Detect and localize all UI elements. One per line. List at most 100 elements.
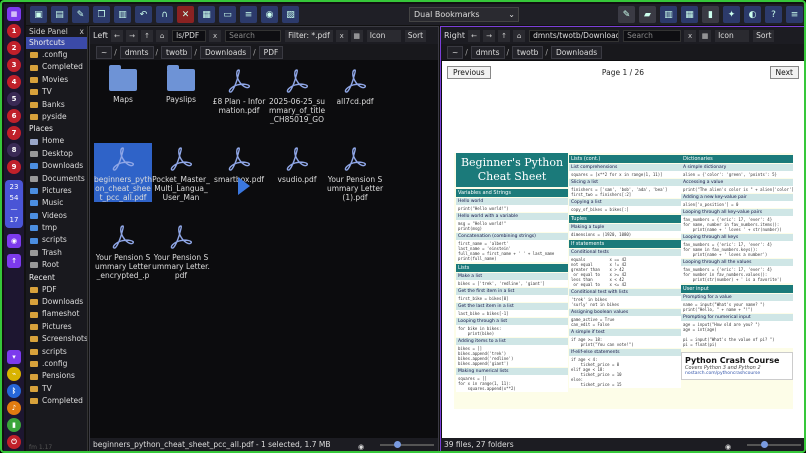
recent-item[interactable]: TV (26, 383, 87, 395)
new-file-icon[interactable]: ▤ (51, 6, 68, 23)
forward-arrow-icon[interactable]: → (126, 29, 139, 42)
workspace-8-button[interactable]: 8 (7, 143, 21, 157)
pdf-file-item[interactable]: Your Pension Summary Letter (1).pdf (326, 143, 384, 202)
note-edit-icon[interactable]: ✎ (618, 6, 635, 23)
bluetooth-icon[interactable]: ᛒ (7, 384, 21, 398)
image-icon[interactable]: ▨ (282, 6, 299, 23)
places-item[interactable]: Downloads (26, 160, 87, 172)
help-icon[interactable]: ? (765, 6, 782, 23)
right-zoom-knob[interactable] (761, 441, 769, 448)
pdf-file-item[interactable]: all7cd.pdf (326, 65, 384, 106)
bookmarks-select[interactable]: Dual Bookmarks ⌄ (409, 7, 519, 22)
recent-item[interactable]: Screenshots (26, 333, 87, 345)
breadcrumb-item[interactable]: dmnts (470, 45, 505, 59)
places-item[interactable]: Pictures (26, 185, 87, 197)
places-item[interactable]: Home (26, 135, 87, 147)
calculator-icon[interactable]: ▦ (681, 6, 698, 23)
breadcrumb-item[interactable]: Downloads (199, 45, 252, 59)
delete-icon[interactable]: ✕ (177, 6, 194, 23)
home-icon[interactable]: ⌂ (513, 29, 526, 42)
right-zoom-slider[interactable]: ◉ (725, 441, 801, 451)
view-grid-icon[interactable]: ▦ (699, 29, 712, 42)
new-folder-icon[interactable]: ▣ (30, 6, 47, 23)
workspace-9-button[interactable]: 9 (7, 160, 21, 174)
workspace-6-button[interactable]: 6 (7, 109, 21, 123)
workspace-1-button[interactable]: 1 (7, 24, 21, 38)
places-item[interactable]: Videos (26, 210, 87, 222)
recent-item[interactable]: PDF (26, 284, 87, 296)
app-menu-icon[interactable]: ▦ (7, 7, 21, 21)
recent-heading[interactable]: Recent (26, 272, 87, 284)
shield-icon[interactable]: ▾ (7, 350, 21, 364)
recent-item[interactable]: Completed (26, 395, 87, 407)
breadcrumb-item[interactable]: ~ (96, 45, 113, 59)
workspace-5-button[interactable]: 5 (7, 92, 21, 106)
shortcuts-item[interactable]: pyside (26, 111, 87, 123)
contrast-icon[interactable]: ◐ (744, 6, 761, 23)
places-item[interactable]: Root (26, 259, 87, 271)
pdf-file-item[interactable]: Pocket_Master_Multi_Langua_User_Man (152, 143, 210, 202)
up-arrow-icon[interactable]: ↑ (498, 29, 511, 42)
left-zoom-slider[interactable]: ◉ (358, 441, 434, 451)
home-icon[interactable]: ⌂ (156, 29, 169, 42)
network-icon[interactable]: ⌁ (7, 367, 21, 381)
recent-item[interactable]: Pensions (26, 370, 87, 382)
up-arrow-icon[interactable]: ↑ (141, 29, 154, 42)
breadcrumb-item[interactable]: dmnts (119, 45, 154, 59)
pdf-file-item[interactable]: vsudio.pdf (268, 143, 326, 184)
back-arrow-icon[interactable]: ← (111, 29, 124, 42)
left-close-icon[interactable]: x (209, 29, 222, 42)
left-zoom-track[interactable] (380, 444, 434, 446)
recent-item[interactable]: flameshot (26, 308, 87, 320)
shortcuts-item[interactable]: TV (26, 86, 87, 98)
upload-icon[interactable]: ↑ (7, 254, 21, 268)
pdf-file-item[interactable]: beginners_python_cheat_sheet_pcc_all.pdf (94, 143, 152, 202)
shortcuts-item[interactable]: .config (26, 49, 87, 61)
right-sort-button[interactable]: Sort (753, 29, 775, 42)
right-search-input[interactable]: Search (623, 29, 682, 42)
places-item[interactable]: tmp (26, 222, 87, 234)
terminal-icon[interactable]: ▭ (219, 6, 236, 23)
copy-icon[interactable]: ❐ (93, 6, 110, 23)
breadcrumb-item[interactable]: twotb (512, 45, 544, 59)
pdf-file-item[interactable]: Your Pension Summary Letter.pdf (152, 221, 210, 280)
shortcuts-item[interactable]: Completed (26, 61, 87, 73)
view-grid-icon[interactable]: ▦ (350, 29, 363, 42)
places-item[interactable]: Music (26, 197, 87, 209)
archive-icon[interactable]: ▦ (198, 6, 215, 23)
recent-item[interactable]: .config (26, 358, 87, 370)
workspace-3-button[interactable]: 3 (7, 58, 21, 72)
workspace-2-button[interactable]: 2 (7, 41, 21, 55)
recent-item[interactable]: scripts (26, 346, 87, 358)
places-item[interactable]: Desktop (26, 148, 87, 160)
breadcrumb-item[interactable]: ~ (447, 45, 464, 59)
menu-icon[interactable]: ≡ (786, 6, 803, 23)
folder-item[interactable]: Payslips (152, 65, 210, 104)
link-icon[interactable]: ∩ (156, 6, 173, 23)
breadcrumb-item[interactable]: twotb (161, 45, 193, 59)
right-zoom-track[interactable] (747, 444, 801, 446)
volume-icon[interactable]: ♪ (7, 401, 21, 415)
book-icon[interactable]: ▮ (702, 6, 719, 23)
edit-icon[interactable]: ✎ (72, 6, 89, 23)
list-view-icon[interactable]: ≡ (240, 6, 257, 23)
right-close-icon[interactable]: x (684, 29, 697, 42)
undo-icon[interactable]: ↶ (135, 6, 152, 23)
shortcuts-heading[interactable]: Shortcuts (26, 37, 87, 49)
breadcrumb-item[interactable]: PDF (258, 45, 284, 59)
places-item[interactable]: Documents (26, 173, 87, 185)
right-view-select[interactable]: Icon (715, 29, 750, 42)
left-search-input[interactable]: Search (225, 29, 282, 42)
recent-item[interactable]: Pictures (26, 321, 87, 333)
preview-eye-icon[interactable]: ◉ (261, 6, 278, 23)
filter-clear-icon[interactable]: x (335, 29, 348, 42)
left-sort-button[interactable]: Sort (404, 29, 427, 42)
workspace-7-button[interactable]: 7 (7, 126, 21, 140)
close-icon[interactable]: x (80, 26, 84, 37)
shortcuts-item[interactable]: Movies (26, 74, 87, 86)
left-view-select[interactable]: Icon (366, 29, 401, 42)
dual-pane-icon[interactable]: ▥ (660, 6, 677, 23)
places-item[interactable]: Trash (26, 247, 87, 259)
highlighter-icon[interactable]: ▰ (639, 6, 656, 23)
pdf-file-item[interactable]: 2025-06-25_summary_of_title_CH85019_GO (268, 65, 326, 124)
